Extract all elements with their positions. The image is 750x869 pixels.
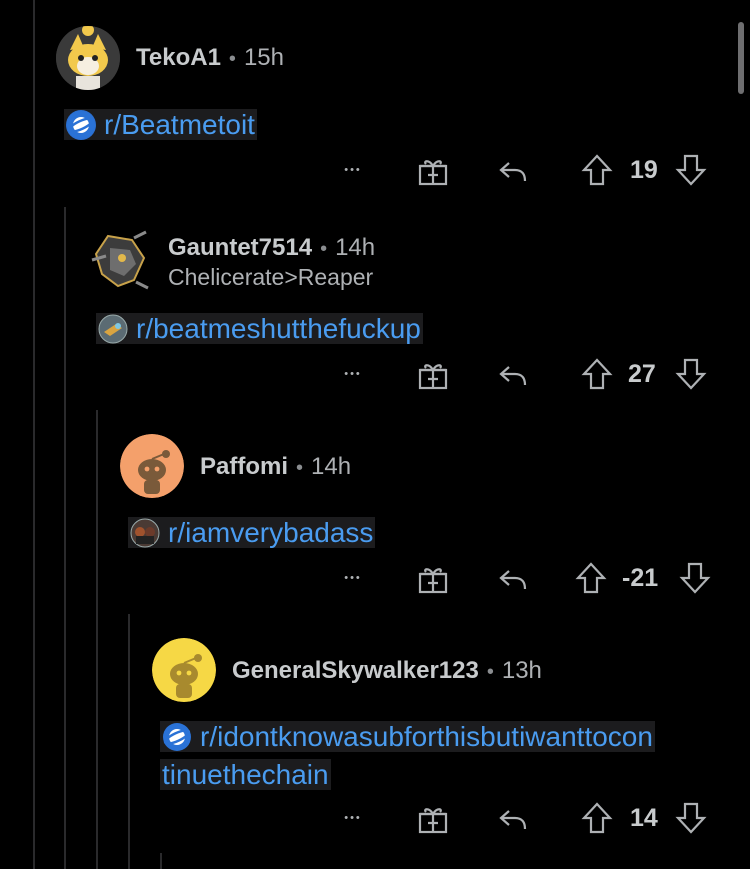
vote-score: -21 bbox=[622, 564, 659, 592]
username[interactable]: Gauntet7514 bbox=[168, 234, 312, 262]
subreddit-link[interactable]: r/Beatmetoit bbox=[64, 106, 257, 144]
reply-icon bbox=[499, 810, 527, 830]
gift-icon bbox=[418, 364, 448, 390]
reply-button[interactable] bbox=[496, 802, 530, 836]
subreddit-icon bbox=[130, 518, 160, 548]
reply-icon bbox=[499, 366, 527, 386]
subreddit-link-text[interactable]: r/beatmeshutthefuckup bbox=[136, 313, 421, 344]
upvote-button[interactable] bbox=[580, 356, 614, 392]
snoo-avatar-icon bbox=[120, 434, 184, 498]
gift-icon bbox=[418, 568, 448, 594]
upvote-icon bbox=[581, 802, 613, 834]
user-flair: Chelicerate>Reaper bbox=[168, 264, 374, 290]
downvote-button[interactable] bbox=[678, 560, 712, 596]
planet-icon bbox=[162, 722, 192, 752]
username[interactable]: GeneralSkywalker123 bbox=[232, 657, 479, 685]
downvote-button[interactable] bbox=[674, 152, 708, 188]
subreddit-link[interactable]: r/beatmeshutthefuckup bbox=[96, 310, 423, 348]
reply-button[interactable] bbox=[496, 562, 530, 596]
more-options-button[interactable]: ••• bbox=[338, 364, 368, 384]
avatar[interactable] bbox=[120, 434, 184, 498]
downvote-icon bbox=[675, 154, 707, 186]
timestamp: 15h bbox=[243, 44, 284, 71]
upvote-icon bbox=[575, 562, 607, 594]
armor-avatar-icon bbox=[88, 230, 152, 290]
more-icon: ••• bbox=[344, 572, 362, 584]
downvote-icon bbox=[675, 358, 707, 390]
more-options-button[interactable]: ••• bbox=[338, 808, 368, 828]
upvote-button[interactable] bbox=[580, 152, 614, 188]
vote-score: 27 bbox=[628, 360, 656, 388]
reply-button[interactable] bbox=[496, 154, 530, 188]
avatar[interactable] bbox=[152, 638, 216, 702]
downvote-button[interactable] bbox=[674, 800, 708, 836]
vote-score: 14 bbox=[630, 804, 658, 832]
thread-line-level-2[interactable] bbox=[64, 207, 66, 869]
subreddit-link-text[interactable]: r/iamverybadass bbox=[168, 517, 373, 548]
award-button[interactable] bbox=[416, 358, 450, 392]
timestamp: 13h bbox=[501, 657, 542, 684]
downvote-icon bbox=[679, 562, 711, 594]
avatar[interactable] bbox=[56, 26, 120, 90]
downvote-button[interactable] bbox=[674, 356, 708, 392]
cat-avatar-icon bbox=[56, 26, 120, 90]
thread-line-level-5[interactable] bbox=[160, 853, 162, 869]
more-options-button[interactable]: ••• bbox=[338, 568, 368, 588]
more-icon: ••• bbox=[344, 812, 362, 824]
thread-line-level-1[interactable] bbox=[33, 0, 35, 869]
award-button[interactable] bbox=[416, 562, 450, 596]
timestamp: 14h bbox=[335, 234, 376, 261]
subreddit-link[interactable]: r/idontknowasubforthisbutiwanttocon tinu… bbox=[160, 718, 720, 794]
username[interactable]: Paffomi bbox=[200, 453, 288, 481]
gift-icon bbox=[418, 160, 448, 186]
upvote-button[interactable] bbox=[574, 560, 608, 596]
upvote-icon bbox=[581, 358, 613, 390]
thread-line-level-3[interactable] bbox=[96, 410, 98, 869]
more-icon: ••• bbox=[344, 368, 362, 380]
subreddit-link-text-cont[interactable]: tinuethechain bbox=[162, 759, 329, 790]
gift-icon bbox=[418, 808, 448, 834]
separator-dot: • bbox=[486, 661, 494, 683]
downvote-icon bbox=[675, 802, 707, 834]
username[interactable]: TekoA1 bbox=[136, 44, 221, 72]
reply-icon bbox=[499, 570, 527, 590]
planet-icon bbox=[66, 110, 96, 140]
subreddit-link[interactable]: r/iamverybadass bbox=[128, 514, 376, 552]
reply-icon bbox=[499, 162, 527, 182]
subreddit-link-text[interactable]: r/Beatmetoit bbox=[104, 109, 255, 140]
thread-line-level-4[interactable] bbox=[128, 614, 130, 869]
timestamp: 14h bbox=[311, 453, 352, 480]
subreddit-icon bbox=[98, 314, 128, 344]
award-button[interactable] bbox=[416, 154, 450, 188]
separator-dot: • bbox=[296, 457, 304, 479]
more-options-button[interactable]: ••• bbox=[338, 160, 368, 180]
scrollbar[interactable] bbox=[738, 22, 744, 94]
upvote-icon bbox=[581, 154, 613, 186]
separator-dot: • bbox=[320, 238, 328, 260]
avatar[interactable] bbox=[88, 230, 152, 290]
vote-score: 19 bbox=[630, 156, 658, 184]
snoo-avatar-icon bbox=[152, 638, 216, 702]
separator-dot: • bbox=[228, 48, 236, 70]
award-button[interactable] bbox=[416, 802, 450, 836]
subreddit-link-text[interactable]: r/idontknowasubforthisbutiwanttocon bbox=[200, 721, 653, 752]
reply-button[interactable] bbox=[496, 358, 530, 392]
more-icon: ••• bbox=[344, 164, 362, 176]
upvote-button[interactable] bbox=[580, 800, 614, 836]
